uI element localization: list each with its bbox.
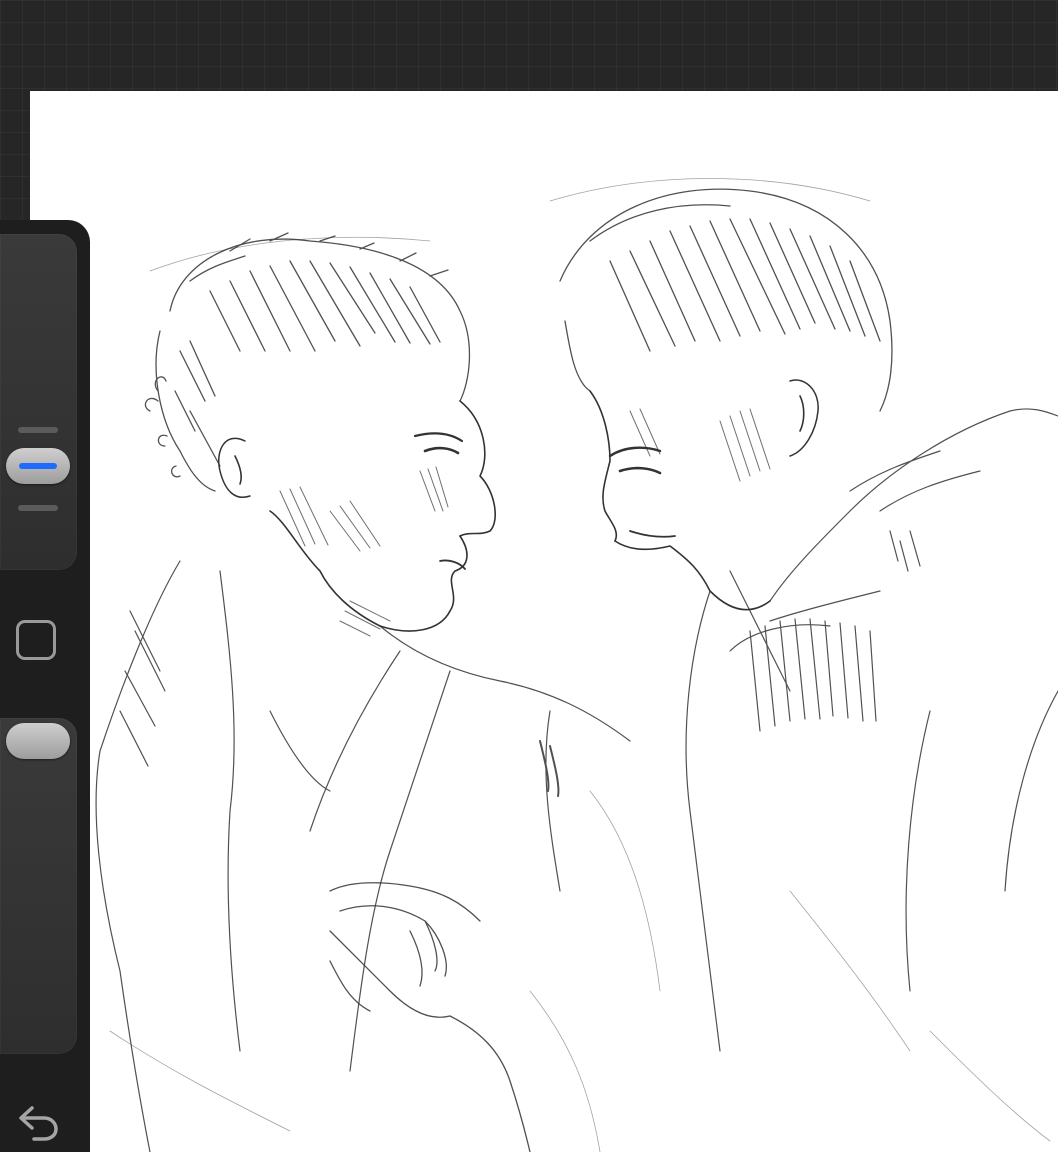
sketch-artwork [95,178,1058,1152]
right-figure-coat [685,408,1058,1052]
opacity-label: Opacity [0,718,1,719]
left-figure-coat [95,560,631,1152]
canvas-background-grid [0,0,1058,91]
opacity-slider[interactable]: Opacity [0,718,77,1054]
sidebar-toolbar: Brush size Modify Opacity Undo [0,220,90,1152]
brush-size-label: Brush size [0,234,1,235]
left-figure-hair [144,232,471,492]
undo-arrow-icon [19,1106,58,1141]
brush-size-slider[interactable]: Brush size [0,234,77,570]
modify-button-label: Modify [19,623,20,624]
undo-button[interactable]: Undo [14,1098,62,1142]
brush-size-tick-upper [18,427,58,433]
right-figure-face [589,379,819,611]
clasped-hands [329,882,531,1152]
brush-size-thumb[interactable] [6,448,70,484]
left-figure-face [218,400,496,632]
brush-size-tick-lower [18,505,58,511]
modify-button[interactable]: Modify [16,620,56,660]
left-figure-shading [279,466,449,637]
brush-size-thumb-indicator [19,463,57,469]
construction-lines [109,178,1051,1152]
drawing-canvas[interactable] [30,91,1058,1152]
opacity-thumb[interactable] [6,723,70,759]
right-figure-hair [559,188,893,412]
